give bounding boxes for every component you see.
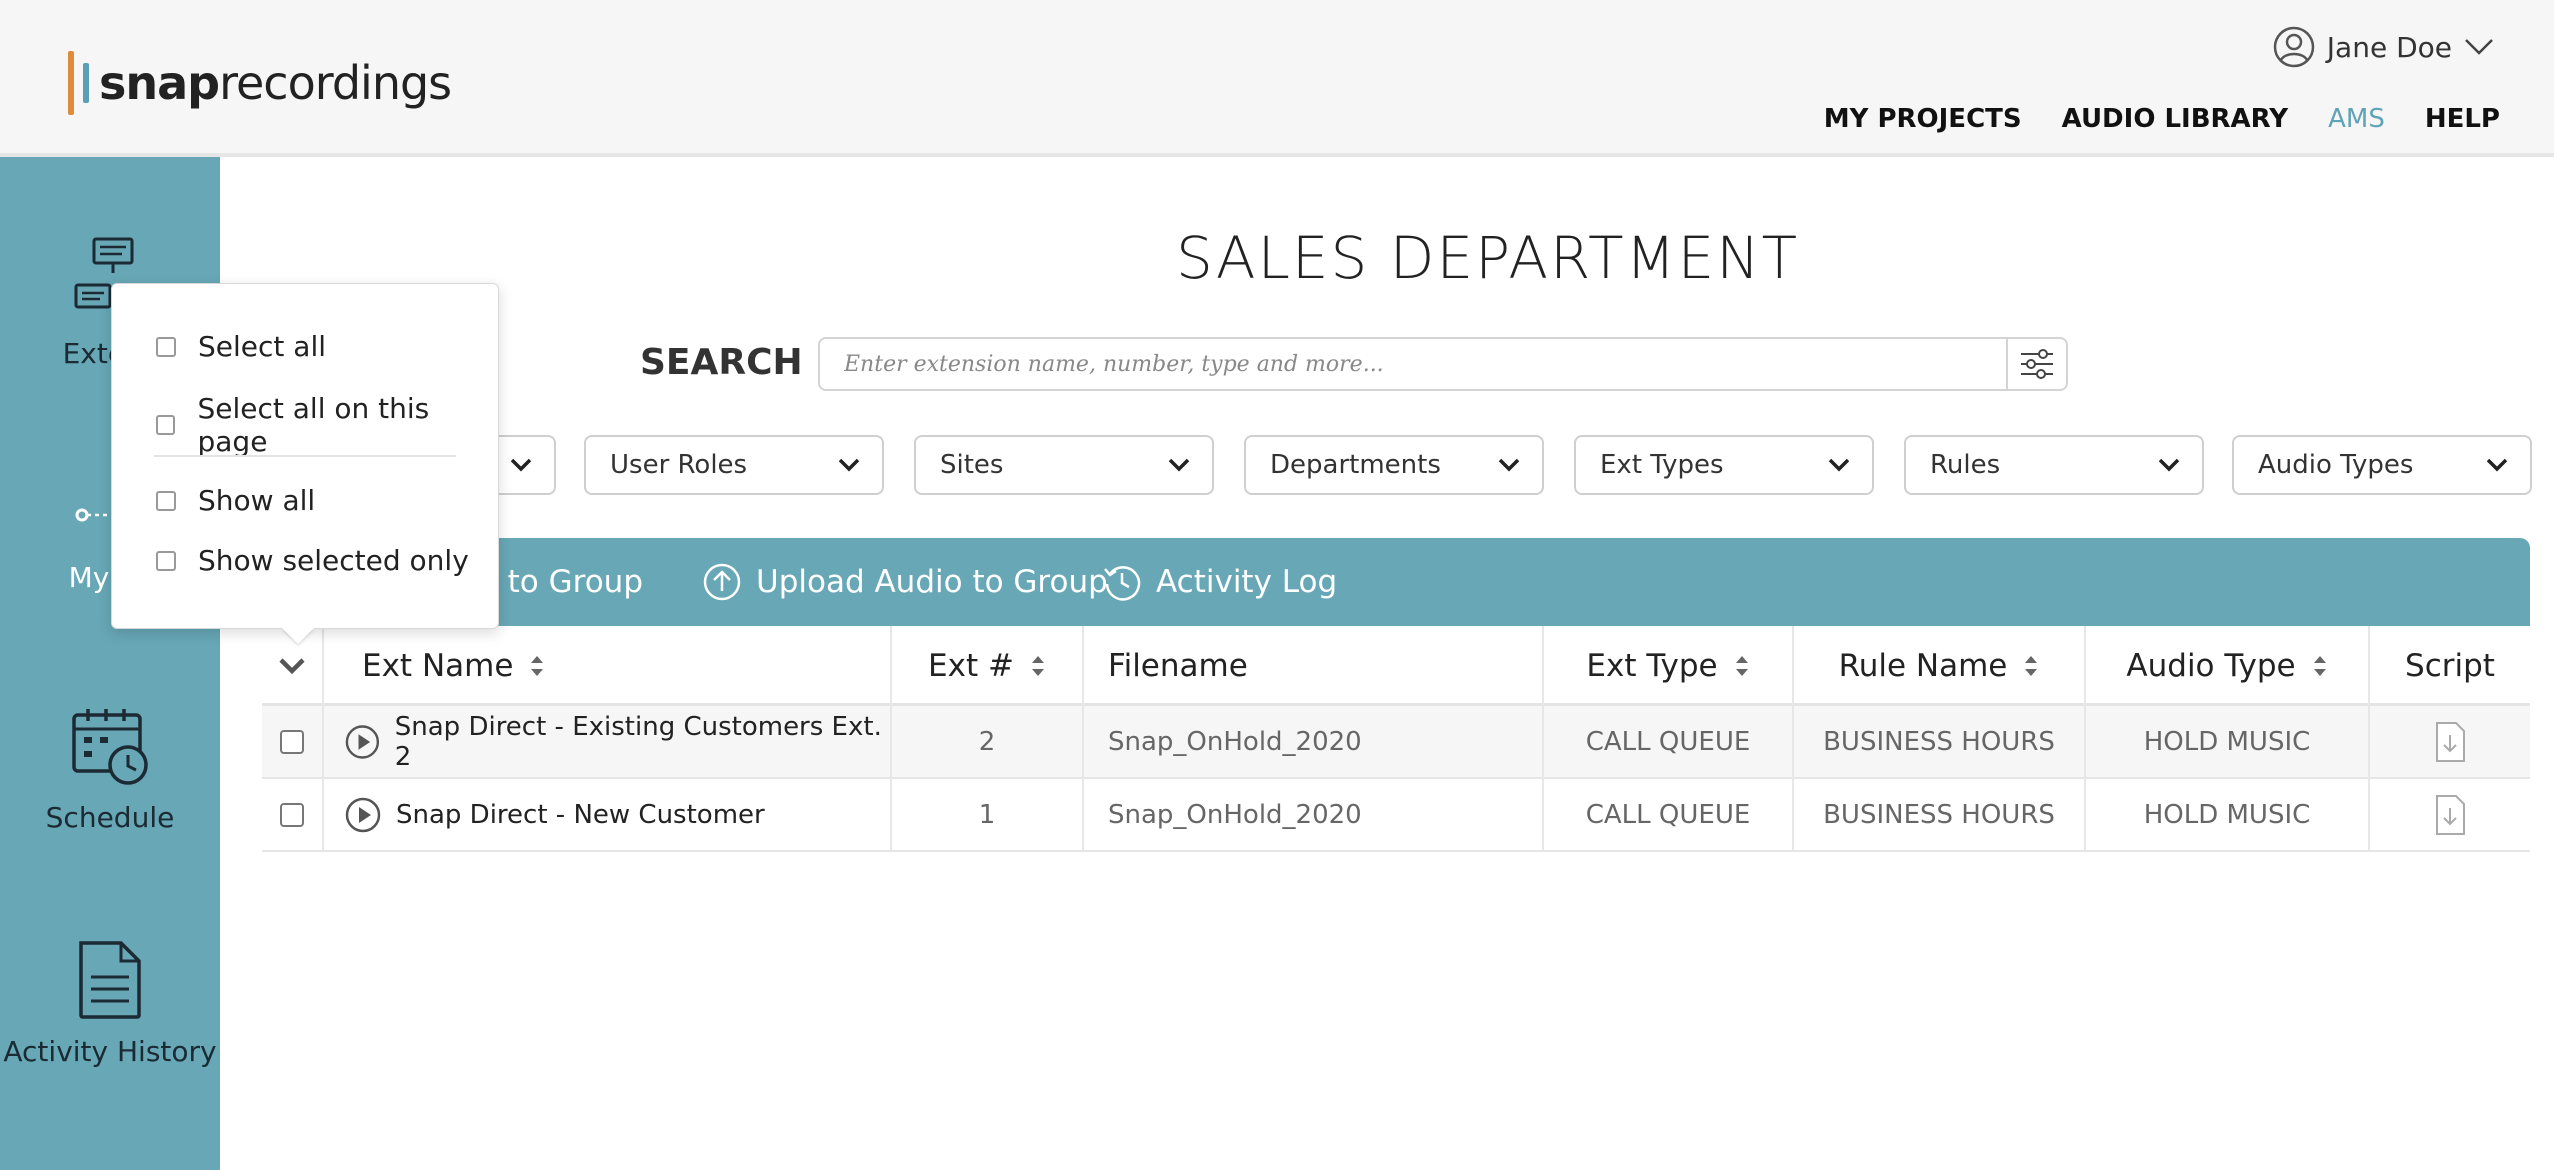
- filter-rules[interactable]: Rules: [1904, 435, 2204, 495]
- user-menu[interactable]: Jane Doe: [2273, 26, 2494, 68]
- option-checkbox[interactable]: [156, 336, 176, 357]
- column-ext-number[interactable]: Ext #: [892, 626, 1084, 706]
- user-name: Jane Doe: [2326, 30, 2452, 64]
- sidebar-item-activity-history[interactable]: Activity History: [0, 939, 220, 1068]
- audio-type-cell: HOLD MUSIC: [2086, 706, 2370, 777]
- row-checkbox[interactable]: [280, 802, 304, 827]
- ext-number-cell: 2: [892, 706, 1084, 777]
- chevron-down-icon: [1168, 458, 1190, 472]
- chevron-down-icon: [279, 658, 305, 675]
- page-title: SALES DEPARTMENT: [1176, 224, 1800, 292]
- ext-type-cell: CALL QUEUE: [1544, 706, 1794, 777]
- script-cell: [2370, 779, 2530, 850]
- option-checkbox[interactable]: [156, 550, 176, 571]
- sort-icon: [531, 656, 544, 676]
- activity-log-button[interactable]: Activity Log: [1102, 562, 1337, 602]
- filter-departments[interactable]: Departments: [1244, 435, 1544, 495]
- ext-name-cell: Snap Direct - Existing Customers Ext. 2: [324, 706, 892, 777]
- filter-sites[interactable]: Sites: [914, 435, 1214, 495]
- sidebar-item-schedule[interactable]: Schedule: [0, 707, 220, 834]
- nav-ams[interactable]: AMS: [2328, 104, 2385, 134]
- rule-name-cell: BUSINESS HOURS: [1794, 706, 2086, 777]
- nav-audio-library[interactable]: AUDIO LIBRARY: [2062, 104, 2288, 134]
- popover-arrow: [282, 628, 314, 644]
- chevron-down-icon: [2158, 458, 2180, 472]
- table-header: Ext Name Ext # Filename Ext Type Rule Na…: [262, 626, 2530, 706]
- extensions-table: Ext Name Ext # Filename Ext Type Rule Na…: [262, 626, 2530, 852]
- nav-help[interactable]: HELP: [2425, 104, 2500, 134]
- main-nav: MY PROJECTS AUDIO LIBRARY AMS HELP: [1824, 104, 2500, 134]
- script-cell: [2370, 706, 2530, 777]
- sort-icon: [2313, 656, 2326, 676]
- chevron-down-icon: [2486, 458, 2508, 472]
- top-header: snaprecordings Jane Doe MY PROJECTS AUDI…: [0, 0, 2554, 157]
- row-checkbox-cell: [262, 779, 324, 850]
- filename-cell: Snap_OnHold_2020: [1084, 779, 1544, 850]
- search-box: [818, 337, 2068, 391]
- script-download-icon[interactable]: [2434, 721, 2466, 763]
- select-options-popover: Select all Select all on this page Show …: [111, 283, 499, 644]
- option-show-all[interactable]: Show all: [156, 484, 315, 517]
- rule-name-cell: BUSINESS HOURS: [1794, 779, 2086, 850]
- column-ext-name[interactable]: Ext Name: [324, 626, 892, 706]
- ext-number-cell: 1: [892, 779, 1084, 850]
- upload-circle-icon: [703, 563, 741, 601]
- sort-icon: [1031, 656, 1044, 676]
- play-icon[interactable]: [344, 796, 382, 834]
- column-ext-type[interactable]: Ext Type: [1544, 626, 1794, 706]
- search-filter-button[interactable]: [2006, 339, 2066, 389]
- column-script: Script: [2405, 648, 2495, 684]
- filename-cell: Snap_OnHold_2020: [1084, 706, 1544, 777]
- ext-type-cell: CALL QUEUE: [1544, 779, 1794, 850]
- activity-history-icon: [79, 941, 141, 1019]
- nav-my-projects[interactable]: MY PROJECTS: [1824, 104, 2022, 134]
- snaprecordings-logo[interactable]: snaprecordings: [68, 50, 452, 116]
- script-download-icon[interactable]: [2434, 794, 2466, 836]
- sort-icon: [2025, 656, 2038, 676]
- play-icon[interactable]: [344, 723, 381, 761]
- option-checkbox[interactable]: [156, 415, 176, 435]
- option-show-selected-only[interactable]: Show selected only: [156, 544, 469, 577]
- chevron-down-icon: [1828, 458, 1850, 472]
- filter-ext-types[interactable]: Ext Types: [1574, 435, 1874, 495]
- chevron-down-icon: [2465, 39, 2493, 55]
- search-label: SEARCH: [640, 342, 803, 383]
- option-select-all-on-page[interactable]: Select all on this page: [156, 392, 498, 458]
- table-row: Snap Direct - New Customer 1 Snap_OnHold…: [262, 779, 2530, 852]
- row-checkbox[interactable]: [280, 729, 304, 754]
- sidebar-item-label: Schedule: [45, 801, 175, 834]
- chevron-down-icon: [838, 458, 860, 472]
- column-rule-name[interactable]: Rule Name: [1794, 626, 2086, 706]
- column-audio-type[interactable]: Audio Type: [2086, 626, 2370, 706]
- ext-name-cell: Snap Direct - New Customer: [324, 779, 892, 850]
- user-avatar-icon: [2273, 26, 2315, 68]
- chevron-down-icon: [1498, 458, 1520, 472]
- schedule-icon: [72, 709, 148, 785]
- search-input[interactable]: [820, 339, 2006, 389]
- table-row: Snap Direct - Existing Customers Ext. 2 …: [262, 706, 2530, 779]
- row-checkbox-cell: [262, 706, 324, 777]
- logo-text: snaprecordings: [99, 56, 452, 110]
- column-filename[interactable]: Filename: [1084, 626, 1544, 706]
- popover-divider: [154, 455, 456, 457]
- chevron-down-icon: [510, 458, 532, 472]
- logo-bars-icon: [68, 50, 89, 116]
- sliders-icon: [2021, 349, 2053, 379]
- group-actions-toolbar: ns to Group Upload Audio to Group Activi…: [262, 538, 2530, 626]
- audio-type-cell: HOLD MUSIC: [2086, 779, 2370, 850]
- filter-user-roles[interactable]: User Roles: [584, 435, 884, 495]
- option-checkbox[interactable]: [156, 490, 176, 511]
- filter-audio-types[interactable]: Audio Types: [2232, 435, 2532, 495]
- option-select-all[interactable]: Select all: [156, 330, 326, 363]
- sidebar-item-label: Activity History: [3, 1035, 217, 1068]
- history-icon: [1104, 566, 1141, 601]
- upload-audio-to-group-button[interactable]: Upload Audio to Group: [702, 562, 1108, 602]
- sort-icon: [1735, 656, 1748, 676]
